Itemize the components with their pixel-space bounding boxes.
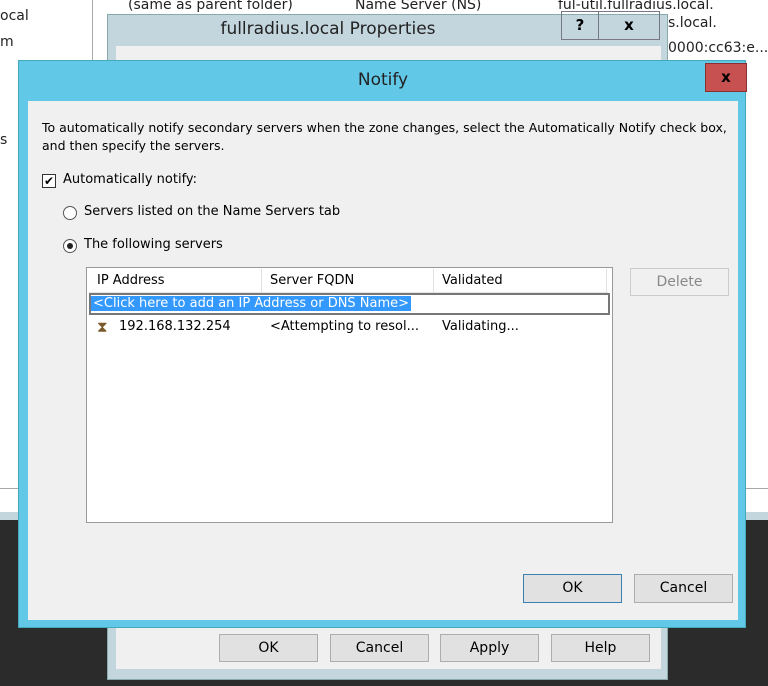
column-validated[interactable]: Validated [434,269,607,293]
validated-cell: Validating... [442,319,519,334]
add-server-row[interactable]: <Click here to add an IP Address or DNS … [89,293,610,315]
cancel-button[interactable]: Cancel [634,574,733,603]
radio-name-servers[interactable] [63,206,77,220]
hourglass-icon: ⧗ [97,318,108,336]
notify-body: To automatically notify secondary server… [28,101,738,620]
help-bottom-button[interactable]: Help [551,634,650,662]
radio-following-servers[interactable] [63,239,77,253]
apply-button[interactable]: Apply [440,634,539,662]
close-button[interactable]: x [705,63,747,92]
auto-notify-checkbox[interactable]: ✔ [42,174,56,188]
notify-title: Notify [357,70,409,90]
auto-notify-label[interactable]: Automatically notify: [63,172,197,187]
ip-cell: 192.168.132.254 [119,319,231,334]
record-data: s.local. [668,15,717,31]
ok-button[interactable]: OK [523,574,622,603]
list-header: IP Address Server FQDN Validated [89,269,608,293]
help-button[interactable]: ? [561,11,599,40]
add-server-text[interactable]: <Click here to add an IP Address or DNS … [91,296,412,311]
radio-name-servers-label[interactable]: Servers listed on the Name Servers tab [84,204,340,219]
tree-item[interactable]: m [0,34,14,50]
column-ip-address[interactable]: IP Address [89,269,262,293]
servers-list[interactable]: IP Address Server FQDN Validated <Click … [86,267,613,523]
record-data: 0000:cc63:e... [668,40,768,56]
ok-button[interactable]: OK [219,634,318,662]
properties-title: fullradius.local Properties [220,19,436,39]
description: To automatically notify secondary server… [42,120,727,153]
record-name[interactable]: (same as parent folder) [128,0,293,13]
table-row[interactable]: ⧗ 192.168.132.254 <Attempting to resol..… [89,316,608,338]
tree-item[interactable]: s [0,132,7,148]
tree-item[interactable]: ocal [0,8,29,24]
cancel-button[interactable]: Cancel [330,634,429,662]
record-type: Name Server (NS) [355,0,482,13]
column-server-fqdn[interactable]: Server FQDN [262,269,434,293]
close-button[interactable]: x [598,11,660,40]
delete-button[interactable]: Delete [630,268,729,296]
radio-following-servers-label[interactable]: The following servers [84,237,223,252]
fqdn-cell: <Attempting to resol... [270,319,419,334]
notify-dialog: Notify x To automatically notify seconda… [18,60,747,628]
